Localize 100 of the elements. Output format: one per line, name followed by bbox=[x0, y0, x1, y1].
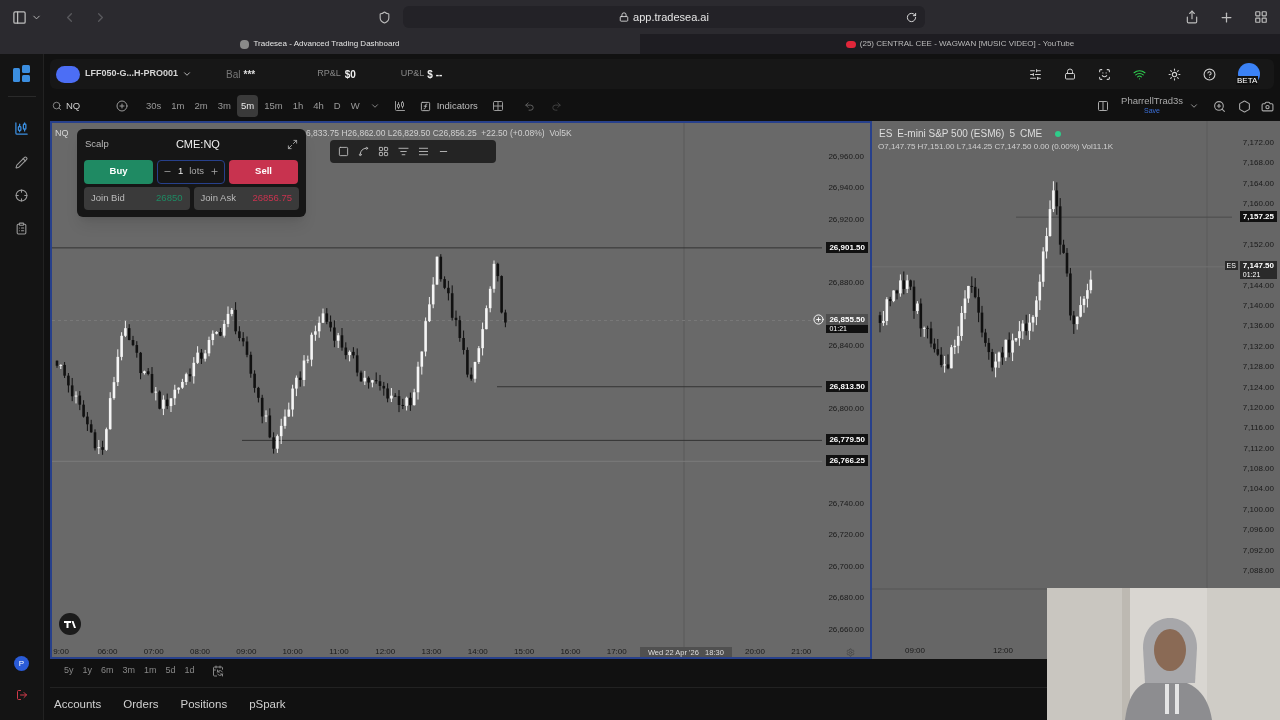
time-axis-label: 09:00 bbox=[235, 646, 258, 657]
price-axis-label: 26,660.00 bbox=[828, 623, 864, 636]
price-axis-label: 7,096.00 bbox=[1242, 524, 1274, 537]
help-icon[interactable] bbox=[1203, 67, 1216, 81]
timeframe-tab[interactable]: W bbox=[346, 94, 364, 118]
connection-icon bbox=[1133, 67, 1146, 81]
ohlc-text: O7,147.75 H7,151.00 L7,144.25 C7,147.50 0.00 (0.00%) Vol11.1K bbox=[878, 141, 1114, 153]
search-icon[interactable] bbox=[52, 101, 62, 111]
price-axis-label: 7,164.00 bbox=[1242, 177, 1274, 190]
split-view-icon[interactable] bbox=[1097, 100, 1110, 112]
price-axis-label: 26,940.00 bbox=[828, 182, 864, 195]
timeframe-tab[interactable]: 15m bbox=[260, 94, 287, 118]
timeframe-tab[interactable]: D bbox=[329, 94, 345, 118]
timeframe-tab[interactable]: 3m bbox=[213, 94, 235, 118]
account-avatar[interactable] bbox=[56, 65, 80, 83]
lines-tool-icon[interactable] bbox=[418, 146, 429, 157]
panel-tab[interactable]: Orders bbox=[123, 695, 159, 714]
pencil-icon[interactable] bbox=[15, 156, 28, 169]
panel-tab[interactable]: Accounts bbox=[54, 695, 102, 714]
price-axis-label: 7,100.00 bbox=[1242, 503, 1274, 516]
time-axis-label: 12:00 bbox=[993, 645, 1015, 657]
crosshair-icon[interactable] bbox=[15, 189, 28, 202]
symbol-label: NQ bbox=[55, 127, 69, 140]
price-axis-label: 26,880.00 bbox=[828, 276, 864, 289]
range-button[interactable]: 1m bbox=[144, 664, 157, 678]
browser-tab[interactable]: Tradesea - Advanced Trading Dashboard bbox=[0, 34, 640, 54]
date-range-icon[interactable] bbox=[211, 665, 224, 677]
zoom-icon[interactable] bbox=[1213, 99, 1226, 113]
sidebar-toggle-icon[interactable] bbox=[12, 9, 27, 25]
quantity-stepper[interactable]: 1 lots bbox=[157, 159, 225, 184]
indicators-button[interactable]: Indicators bbox=[419, 98, 478, 114]
add-symbol-icon[interactable] bbox=[116, 100, 128, 112]
new-tab-icon[interactable] bbox=[1219, 9, 1234, 25]
buy-button[interactable]: Buy bbox=[84, 159, 153, 184]
symbol-label: ES bbox=[879, 127, 893, 141]
price-axis-label: 26,680.00 bbox=[828, 592, 864, 605]
clipboard-icon[interactable] bbox=[15, 222, 28, 235]
filter-settings-icon[interactable] bbox=[1029, 67, 1042, 81]
expand-icon[interactable] bbox=[287, 138, 298, 150]
shield-icon[interactable] bbox=[378, 10, 391, 24]
layout-icon[interactable] bbox=[491, 100, 504, 112]
range-button[interactable]: 5d bbox=[165, 664, 176, 678]
timeframe-tab[interactable]: 5m bbox=[236, 94, 259, 118]
price-axis-label: 26,720.00 bbox=[828, 529, 864, 542]
logout-icon[interactable] bbox=[15, 689, 28, 701]
range-button[interactable]: 1d bbox=[184, 664, 195, 678]
unrealized-pnl-value: $ -- bbox=[427, 67, 443, 82]
symbol-search-field[interactable]: NQ bbox=[66, 98, 116, 114]
price-axis-label: 7,140.00 bbox=[1242, 300, 1274, 313]
range-button[interactable]: 6m bbox=[101, 664, 114, 678]
timeframe-tab[interactable]: 1h bbox=[288, 94, 308, 118]
price-axis-label: 7,128.00 bbox=[1242, 361, 1274, 374]
address-bar[interactable]: app.tradesea.ai bbox=[403, 6, 925, 28]
range-button[interactable]: 3m bbox=[122, 664, 136, 678]
time-axis-label: 12:00 bbox=[374, 646, 397, 657]
account-selector[interactable]: LFF050-G...H-PRO001 bbox=[85, 67, 193, 81]
price-axis-label: 26,740.00 bbox=[828, 497, 864, 510]
rectangle-tool-icon[interactable] bbox=[338, 146, 349, 157]
theme-icon[interactable] bbox=[1168, 67, 1181, 81]
order-mode-label: Scalp bbox=[85, 137, 109, 152]
add-order-icon[interactable] bbox=[813, 314, 825, 326]
reload-icon[interactable] bbox=[906, 11, 917, 23]
price-axis-label: 7,124.00 bbox=[1242, 381, 1274, 394]
plus-icon bbox=[210, 167, 220, 176]
chart-type-icon[interactable] bbox=[393, 100, 406, 112]
function-icon bbox=[419, 100, 431, 112]
share-icon[interactable] bbox=[1185, 10, 1199, 24]
app-logo-icon[interactable] bbox=[11, 64, 32, 84]
price-axis-label: 7,088.00 bbox=[1242, 564, 1274, 577]
grid-tool-icon[interactable] bbox=[378, 146, 389, 157]
price-axis-label: 7,152.00 bbox=[1242, 238, 1274, 251]
lock-icon[interactable] bbox=[1064, 68, 1076, 80]
timeframe-tab[interactable]: 1m bbox=[167, 94, 189, 118]
sell-button[interactable]: Sell bbox=[229, 159, 298, 184]
tab-overview-icon[interactable] bbox=[1254, 10, 1268, 24]
range-button[interactable]: 1y bbox=[82, 664, 93, 678]
beta-badge: BETA bbox=[1236, 76, 1259, 85]
more-timeframes-icon[interactable] bbox=[369, 101, 380, 111]
range-button[interactable]: 5y bbox=[64, 664, 74, 678]
time-axis-label: 08:00 bbox=[189, 646, 212, 657]
price-axis-label: 7,108.00 bbox=[1242, 463, 1274, 476]
layout-dropdown-icon[interactable] bbox=[1189, 101, 1199, 111]
timeframe-tab[interactable]: 4h bbox=[309, 94, 328, 118]
layout-name: PharrellTrad3s bbox=[1121, 96, 1183, 106]
line-tool-icon[interactable] bbox=[358, 146, 369, 157]
price-tag: 7,157.25 bbox=[1239, 211, 1277, 223]
camera-icon[interactable] bbox=[1261, 99, 1274, 113]
levels-tool-icon[interactable] bbox=[398, 146, 409, 157]
undo-icon[interactable] bbox=[523, 100, 535, 112]
timeframe-tab[interactable]: 30s bbox=[142, 94, 166, 118]
ohlc-text: 6,833.75 H26,862.00 L26,829.50 C26,856.25 +22.50 (+0.08%) Vol5K bbox=[306, 127, 572, 140]
panel-tab[interactable]: pSpark bbox=[249, 695, 286, 714]
join-bid-button[interactable]: Join Bid 26850 bbox=[84, 186, 190, 210]
last-price-tag: 7,147.50 bbox=[1239, 260, 1277, 271]
time-axis-label: 21:00 bbox=[790, 646, 813, 657]
panel-tab[interactable]: Positions bbox=[180, 695, 228, 714]
join-ask-button[interactable]: Join Ask 26856.75 bbox=[193, 186, 299, 210]
user-avatar[interactable]: P bbox=[14, 656, 29, 671]
timeframe-tab[interactable]: 2m bbox=[190, 94, 212, 118]
chart-icon[interactable] bbox=[14, 121, 29, 136]
